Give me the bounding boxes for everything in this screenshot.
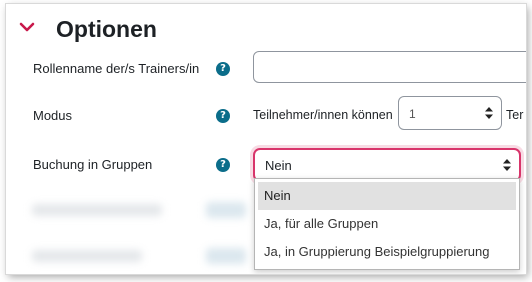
modus-select[interactable]: 1 [398, 96, 502, 130]
modus-label: Modus [33, 108, 73, 123]
section-title: Optionen [56, 15, 157, 42]
dropdown-option[interactable]: Ja, für alle Gruppen [258, 210, 516, 238]
select-updown-icon [503, 159, 511, 171]
help-icon[interactable]: ? [216, 109, 230, 123]
select-updown-icon [485, 107, 493, 119]
modus-trailing-text: Ter [506, 108, 524, 122]
groups-label: Buchung in Gruppen [33, 157, 153, 172]
dropdown-option[interactable]: Ja, in Gruppierung Beispielgruppierung [258, 238, 516, 266]
blurred-label [32, 204, 162, 216]
groups-dropdown-list[interactable]: Nein Ja, für alle Gruppen Ja, in Gruppie… [254, 178, 520, 270]
section-header[interactable]: Optionen [18, 12, 157, 46]
help-icon[interactable]: ? [216, 62, 230, 76]
modus-select-value: 1 [409, 107, 416, 121]
trainer-role-label: Rollenname der/s Trainers/in [33, 61, 200, 76]
help-icon[interactable]: ? [216, 158, 230, 172]
modus-prefix-text: Teilnehmer/innen können [253, 108, 393, 122]
groups-select[interactable]: Nein [253, 148, 521, 182]
groups-select-value: Nein [265, 158, 292, 173]
blurred-help [206, 202, 246, 218]
trainer-role-input[interactable] [253, 51, 526, 83]
dropdown-option[interactable]: Nein [258, 182, 516, 210]
blurred-help [206, 248, 246, 264]
blurred-label [32, 250, 142, 262]
chevron-down-icon[interactable] [18, 18, 36, 36]
options-panel: Optionen Rollenname der/s Trainers/in ? … [6, 4, 526, 274]
